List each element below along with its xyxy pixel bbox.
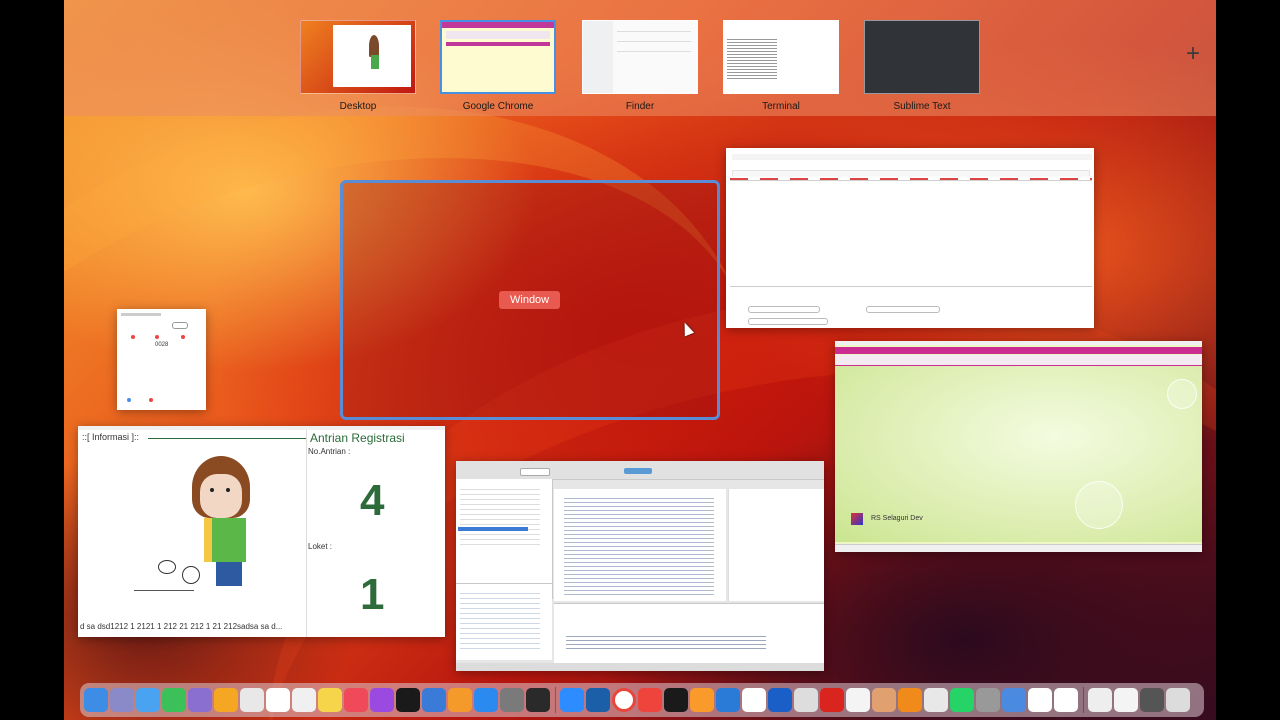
finder-icon[interactable]: [84, 688, 108, 712]
whatsapp-icon[interactable]: [950, 688, 974, 712]
app4-icon[interactable]: [872, 688, 896, 712]
info-panel-title: ::[ Informasi ]::: [82, 432, 140, 442]
space-label: Finder: [625, 101, 655, 112]
word-icon[interactable]: [742, 688, 766, 712]
trash-icon[interactable]: [1166, 688, 1190, 712]
space-thumbnail: [300, 20, 416, 94]
no-antrian-label: No.Antrian :: [308, 447, 351, 456]
vscode-icon[interactable]: [716, 688, 740, 712]
netbeans-ide-window[interactable]: [456, 461, 824, 671]
printer-icon[interactable]: [976, 688, 1000, 712]
antrian-registrasi-window[interactable]: ::[ Informasi ]:: Antrian Registrasi No.…: [78, 426, 445, 637]
space-thumbnail: [440, 20, 556, 94]
appstore-icon[interactable]: [474, 688, 498, 712]
reminders-icon[interactable]: [292, 688, 316, 712]
hovered-window[interactable]: Window: [340, 180, 720, 420]
no-antrian-value: 4: [360, 476, 385, 525]
space-thumbnail: [582, 20, 698, 94]
outlook-icon[interactable]: [768, 688, 792, 712]
space-finder[interactable]: Finder: [582, 20, 698, 112]
virtualbox-icon[interactable]: [586, 688, 610, 712]
space-google-chrome[interactable]: Google Chrome: [440, 20, 556, 112]
safari-icon[interactable]: [240, 688, 264, 712]
app6-icon[interactable]: [1002, 688, 1026, 712]
keynote-icon[interactable]: [422, 688, 446, 712]
music-icon[interactable]: [344, 688, 368, 712]
loket-label: Loket :: [308, 542, 333, 551]
add-space-button[interactable]: +: [1186, 42, 1200, 66]
acrobat-icon[interactable]: [820, 688, 844, 712]
doc-icon[interactable]: [1088, 688, 1112, 712]
facetime-icon[interactable]: [162, 688, 186, 712]
loket-value: 1: [360, 570, 385, 619]
settings-icon[interactable]: [500, 688, 524, 712]
app7-icon[interactable]: [1028, 688, 1052, 712]
rs-selaguri-app-window[interactable]: RS Selaguri Dev: [835, 341, 1202, 552]
launchpad-icon[interactable]: [110, 688, 134, 712]
space-label: Terminal: [762, 101, 800, 112]
vlc-icon[interactable]: [898, 688, 922, 712]
anydesk-icon[interactable]: [638, 688, 662, 712]
chrome-icon[interactable]: [612, 688, 636, 712]
queue-number: 0028: [155, 342, 169, 348]
tv-icon[interactable]: [396, 688, 420, 712]
photos-icon[interactable]: [214, 688, 238, 712]
space-thumbnail: [864, 20, 980, 94]
notes-icon[interactable]: [318, 688, 342, 712]
app-icon[interactable]: [188, 688, 212, 712]
space-sublime-text[interactable]: Sublime Text: [864, 20, 980, 112]
pages-icon[interactable]: [448, 688, 472, 712]
space-terminal[interactable]: Terminal: [723, 20, 839, 112]
app3-icon[interactable]: [794, 688, 818, 712]
space-desktop[interactable]: Desktop: [300, 20, 416, 112]
dock: [80, 683, 1204, 717]
sketch-icon[interactable]: [846, 688, 870, 712]
space-label: Google Chrome: [462, 101, 534, 112]
zoom-icon[interactable]: [560, 688, 584, 712]
app5-icon[interactable]: [924, 688, 948, 712]
mail-icon[interactable]: [136, 688, 160, 712]
small-dialog-window[interactable]: 0028: [117, 309, 206, 410]
app8-icon[interactable]: [1054, 688, 1078, 712]
space-label: Sublime Text: [893, 101, 951, 112]
podcasts-icon[interactable]: [370, 688, 394, 712]
dock-separator: [555, 687, 556, 713]
doc2-icon[interactable]: [1114, 688, 1138, 712]
running-text: d sa dsd1212 1 2121 1 212 21 212 1 21 21…: [80, 622, 283, 631]
spaces-bar: Desktop Google Chrome Finder Terminal Su…: [64, 0, 1216, 116]
app-brand-name: RS Selaguri Dev: [871, 515, 923, 522]
sublime-icon[interactable]: [690, 688, 714, 712]
terminal-icon[interactable]: [526, 688, 550, 712]
archive-icon[interactable]: [1140, 688, 1164, 712]
dock-separator: [1083, 687, 1084, 713]
antrian-title: Antrian Registrasi: [310, 431, 405, 445]
window-label: Window: [499, 291, 561, 309]
space-label: Desktop: [339, 101, 377, 112]
registration-form-window[interactable]: [726, 148, 1094, 328]
space-thumbnail: [723, 20, 839, 94]
app2-icon[interactable]: [664, 688, 688, 712]
calendar-icon[interactable]: [266, 688, 290, 712]
